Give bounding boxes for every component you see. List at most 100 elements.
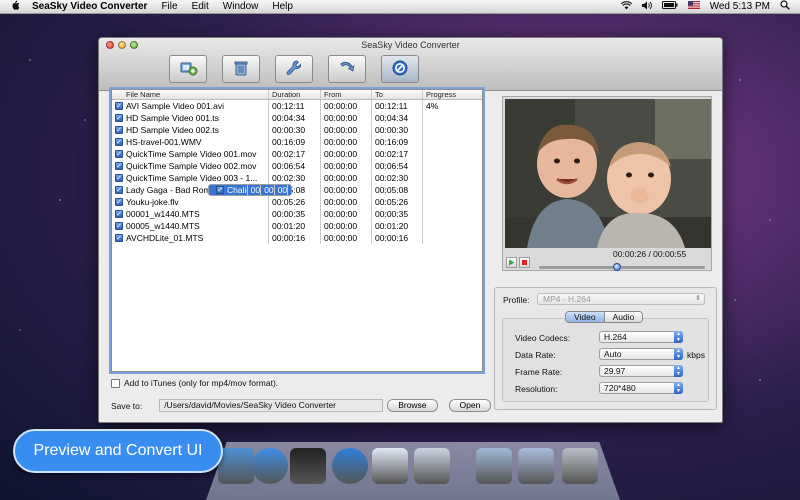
file-list-table[interactable]: File Name Duration From To Progress ✓ AVI… [111,89,483,372]
to-cell: 00:05:08 [372,184,423,196]
stop-playback-button[interactable] [519,257,530,268]
menu-clock[interactable]: Wed 5:13 PM [710,1,770,12]
video-codecs-select[interactable]: H.264 ▲ ▼ [599,331,683,343]
file-name-text: 00001_w1440.MTS [126,209,200,219]
finder-icon[interactable] [218,448,254,484]
video-preview[interactable] [505,99,711,248]
menu-edit[interactable]: Edit [192,1,209,12]
row-checkbox[interactable]: ✓ [216,186,224,194]
table-row[interactable]: ✓ HD Sample Video 002.ts 00:00:30 00:00:00 0… [112,124,482,136]
file-name-text: AVCHDLite_01.MTS [126,233,204,243]
applications-folder-icon[interactable] [476,448,512,484]
apple-icon[interactable] [8,0,22,13]
from-cell: 00:00:00 [321,148,372,160]
row-checkbox[interactable]: ✓ [115,114,123,122]
menu-window[interactable]: Window [223,1,259,12]
wifi-icon[interactable] [620,0,632,13]
row-checkbox[interactable]: ✓ [115,138,123,146]
menu-help[interactable]: Help [272,1,293,12]
table-row[interactable]: ✓ 00005_w1440.MTS 00:01:20 00:00:00 00:01:20 [112,220,482,232]
table-row[interactable]: ✓ AVCHDLite_01.MTS 00:00:16 00:00:00 00:00:1… [112,232,482,244]
table-row[interactable]: ✓ 00001_w1440.MTS 00:00:35 00:00:00 00:00:35 [112,208,482,220]
trash-icon[interactable] [562,448,598,484]
add-to-itunes-option[interactable]: Add to iTunes (only for mp4/mov format). [111,378,278,388]
stepper-arrows-icon: ▲ ▼ [674,331,683,343]
tab-video[interactable]: Video [566,312,605,322]
menu-file[interactable]: File [161,1,177,12]
table-row[interactable]: ✓ QuickTime Sample Video 001.mov 00:02:17 0… [112,148,482,160]
duration-cell: 00:02:17 [269,148,321,160]
file-name-text: HD Sample Video 002.ts [126,125,219,135]
open-button[interactable]: Open [448,399,492,412]
to-cell: 00:05:26 [372,196,423,208]
terminal-icon[interactable] [290,448,326,484]
row-checkbox[interactable]: ✓ [115,234,123,242]
video-audio-tabs: Video Audio [565,311,644,323]
resolution-select[interactable]: 720*480 ▲ ▼ [599,382,683,394]
file-name-text: QuickTime Sample Video 001.mov [126,149,257,159]
browse-button[interactable]: Browse [387,399,438,412]
duration-cell: 00:00:35 [269,208,321,220]
table-row[interactable]: ✓ HS-travel-001.WMV 00:16:09 00:00:00 00:16:… [112,136,482,148]
video-converter-icon[interactable] [372,448,408,484]
row-checkbox[interactable]: ✓ [115,198,123,206]
volume-icon[interactable] [641,1,652,13]
row-checkbox[interactable]: ✓ [115,174,123,182]
row-checkbox[interactable]: ✓ [115,222,123,230]
convert-button[interactable] [328,55,366,83]
row-checkbox[interactable]: ✓ [115,162,123,170]
preview-icon[interactable] [414,448,450,484]
column-header-to[interactable]: To [372,90,423,99]
from-cell: 00:00:00 [321,208,372,220]
resolution-value: 720*480 [604,383,636,393]
add-to-itunes-checkbox[interactable] [111,378,120,388]
player-controls [506,257,532,268]
table-row[interactable]: ✓ QuickTime Sample Video 003 - 1... 00:02:… [112,172,482,184]
menu-app-name[interactable]: SeaSky Video Converter [32,1,147,12]
file-name-cell: ✓Chalie bit my finge - again .flv [213,185,248,195]
window-titlebar[interactable]: SeaSky Video Converter [99,38,722,91]
battery-icon[interactable] [661,1,678,12]
table-row[interactable]: ✓Lady Gaga - Bad Romanc.flv00:05:0800:00… [112,184,482,196]
stop-button[interactable] [381,55,419,83]
file-name-text: QuickTime Sample Video 003 - 1... [126,173,258,183]
add-to-itunes-label: Add to iTunes (only for mp4/mov format). [124,378,279,388]
itunes-icon[interactable] [332,448,368,484]
tab-audio[interactable]: Audio [604,312,643,322]
profile-select-value: MP4 - H.264 [543,294,591,304]
row-checkbox[interactable]: ✓ [115,210,123,218]
progress-cell [423,124,482,136]
row-checkbox[interactable]: ✓ [115,126,123,134]
frame-rate-select[interactable]: 29.97 ▲ ▼ [599,365,683,377]
column-header-progress[interactable]: Progress [423,90,482,99]
profile-select[interactable]: MP4 - H.264 ⬍ [537,293,705,305]
delete-button[interactable] [222,55,260,83]
seek-slider-knob[interactable] [613,263,622,271]
flag-icon[interactable] [687,1,700,12]
table-row[interactable]: ✓ HD Sample Video 001.ts 00:04:34 00:00:00 0… [112,112,482,124]
table-row[interactable]: ✓ QuickTime Sample Video 002.mov 00:06:54 0… [112,160,482,172]
add-files-button[interactable] [169,55,207,83]
row-checkbox[interactable]: ✓ [115,102,123,110]
safari-icon[interactable] [252,448,288,484]
duration-cell: 00:00:30 [269,124,321,136]
seek-slider[interactable] [539,263,705,271]
data-rate-select[interactable]: Auto ▲ ▼ [599,348,683,360]
documents-folder-icon[interactable] [518,448,554,484]
file-name-cell: ✓ AVCHDLite_01.MTS [112,232,269,244]
settings-button[interactable] [275,55,313,83]
spotlight-icon[interactable] [780,0,790,13]
play-button[interactable] [506,257,517,268]
row-checkbox[interactable]: ✓ [115,150,123,158]
table-row[interactable]: ✓ Youku-joke.flv 00:05:26 00:00:00 00:05:26 [112,196,482,208]
table-row[interactable]: ✓ AVI Sample Video 001.avi 00:12:11 00:00:0… [112,100,482,112]
column-header-from[interactable]: From [321,90,372,99]
column-header-duration[interactable]: Duration [269,90,321,99]
file-name-text: Youku-joke.flv [126,197,179,207]
column-header-file-name[interactable]: File Name [112,90,269,99]
stepper-arrows-icon: ▲ ▼ [674,365,683,377]
row-checkbox[interactable]: ✓ [115,186,123,194]
table-row[interactable]: ✓Chalie bit my finge - again .flv00:00:5… [208,184,292,196]
save-path-field[interactable]: /Users/david/Movies/SeaSky Video Convert… [159,399,384,412]
save-to-label: Save to: [111,400,143,411]
